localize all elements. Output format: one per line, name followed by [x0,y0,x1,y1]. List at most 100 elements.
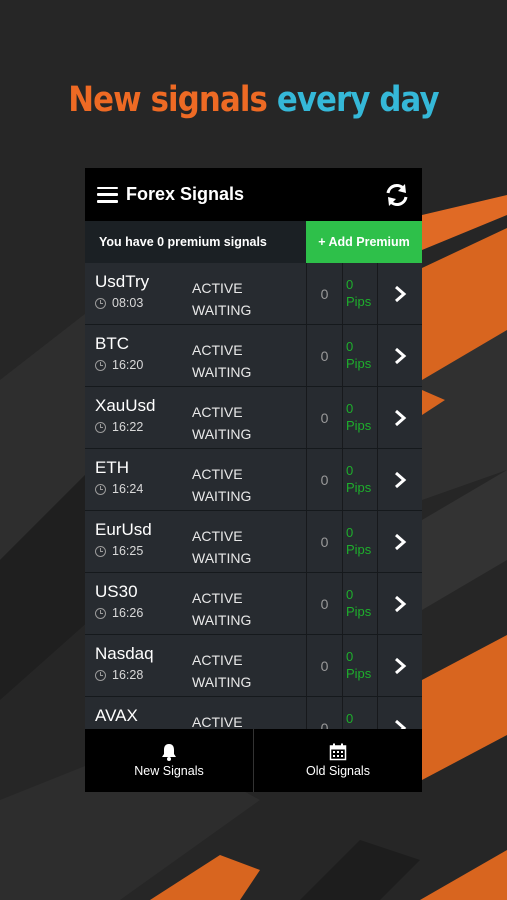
chevron-right-icon[interactable] [377,263,422,324]
signal-time: 16:25 [95,544,192,558]
signal-value: 0 [306,387,342,448]
signal-status-cell: ACTIVE WAITING [192,511,306,572]
signal-pips: 0 [342,697,377,729]
headline: New signals every day [30,80,476,120]
chevron-right-icon[interactable] [377,325,422,386]
bottom-nav: New Signals Old Signals [85,729,422,792]
signal-pips-value: 0 [346,525,354,540]
signal-pips-label: Pips [346,604,372,619]
signal-row[interactable]: ETH 16:24 ACTIVE WAITING 0 0 Pips [85,449,422,511]
signal-time: 08:03 [95,296,192,310]
signal-row[interactable]: BTC 16:20 ACTIVE WAITING 0 0 Pips [85,325,422,387]
signal-time: 16:20 [95,358,192,372]
signal-row[interactable]: XauUsd 16:22 ACTIVE WAITING 0 0 Pips [85,387,422,449]
signal-row[interactable]: AVAX ACTIVE 0 0 [85,697,422,729]
clock-icon [95,669,106,681]
signal-pips-value: 0 [346,587,354,602]
signal-status: ACTIVE [192,714,243,729]
signal-value: 0 [306,511,342,572]
signal-time-value: 16:28 [112,668,144,682]
signal-symbol-cell: XauUsd 16:22 [85,387,192,448]
signal-pips: 0 Pips [342,449,377,510]
signal-symbol: ETH [95,458,129,477]
signal-status-cell: ACTIVE WAITING [192,573,306,634]
signal-pips-label: Pips [346,418,372,433]
signal-state: WAITING [192,612,252,628]
signal-pips-label: Pips [346,480,372,495]
signal-value: 0 [306,449,342,510]
signal-state: WAITING [192,364,252,380]
signal-symbol-cell: EurUsd 16:25 [85,511,192,572]
signal-pips-value: 0 [346,277,354,292]
signal-symbol-cell: Nasdaq 16:28 [85,635,192,696]
chevron-right-icon[interactable] [377,387,422,448]
signal-row[interactable]: US30 16:26 ACTIVE WAITING 0 0 Pips [85,573,422,635]
new-signals-tab[interactable]: New Signals [85,729,253,792]
signal-status: ACTIVE [192,466,243,482]
signal-state: WAITING [192,550,252,566]
old-signals-tab[interactable]: Old Signals [253,729,422,792]
signal-symbol-cell: ETH 16:24 [85,449,192,510]
chevron-right-icon[interactable] [377,697,422,729]
old-signals-label: Old Signals [306,764,370,778]
hamburger-menu-icon[interactable] [97,186,118,203]
clock-icon [95,421,106,433]
signal-symbol-cell: AVAX [85,697,192,729]
signal-row[interactable]: EurUsd 16:25 ACTIVE WAITING 0 0 Pips [85,511,422,573]
signal-value: 0 [306,573,342,634]
chevron-right-icon[interactable] [377,635,422,696]
signal-time-value: 16:24 [112,482,144,496]
signal-symbol-cell: US30 16:26 [85,573,192,634]
add-premium-button[interactable]: + Add Premium [306,221,422,263]
signal-time: 16:28 [95,668,192,682]
signal-state: WAITING [192,488,252,504]
signal-status: ACTIVE [192,528,243,544]
clock-icon [95,359,106,371]
signal-symbol: Nasdaq [95,644,154,663]
signal-status-cell: ACTIVE [192,697,306,729]
signal-status-cell: ACTIVE WAITING [192,635,306,696]
clock-icon [95,483,106,495]
signal-status: ACTIVE [192,280,243,296]
signal-symbol: US30 [95,582,138,601]
signal-time-value: 16:26 [112,606,144,620]
signal-status-cell: ACTIVE WAITING [192,387,306,448]
signal-pips-label: Pips [346,542,372,557]
signal-pips-value: 0 [346,401,354,416]
refresh-icon[interactable] [384,182,410,208]
app-screen: Forex Signals You have 0 premium signals… [85,168,422,792]
signal-status-cell: ACTIVE WAITING [192,449,306,510]
signal-pips-value: 0 [346,463,354,478]
signal-row[interactable]: Nasdaq 16:28 ACTIVE WAITING 0 0 Pips [85,635,422,697]
signal-time: 16:26 [95,606,192,620]
signal-pips: 0 Pips [342,387,377,448]
signal-symbol: EurUsd [95,520,152,539]
signal-list: UsdTry 08:03 ACTIVE WAITING 0 0 Pips BTC 16:20 AC… [85,263,422,729]
signal-symbol: AVAX [95,706,138,725]
chevron-right-icon[interactable] [377,573,422,634]
signal-pips-label: Pips [346,294,372,309]
signal-symbol: XauUsd [95,396,156,415]
new-signals-label: New Signals [134,764,204,778]
app-title: Forex Signals [126,184,245,204]
clock-icon [95,607,106,619]
signal-pips: 0 Pips [342,325,377,386]
app-bar: Forex Signals [85,168,422,221]
chevron-right-icon[interactable] [377,511,422,572]
signal-time-value: 16:25 [112,544,144,558]
signal-time: 16:22 [95,420,192,434]
signal-symbol: BTC [95,334,129,353]
signal-pips: 0 Pips [342,573,377,634]
signal-pips-value: 0 [346,649,354,664]
signal-status-cell: ACTIVE WAITING [192,263,306,324]
signal-time-value: 16:20 [112,358,144,372]
headline-part-2: every day [276,80,440,120]
signal-pips: 0 Pips [342,635,377,696]
calendar-icon [329,743,347,761]
signal-value: 0 [306,325,342,386]
chevron-right-icon[interactable] [377,449,422,510]
signal-value: 0 [306,635,342,696]
signal-row[interactable]: UsdTry 08:03 ACTIVE WAITING 0 0 Pips [85,263,422,325]
signal-time-value: 16:22 [112,420,144,434]
signal-status: ACTIVE [192,590,243,606]
